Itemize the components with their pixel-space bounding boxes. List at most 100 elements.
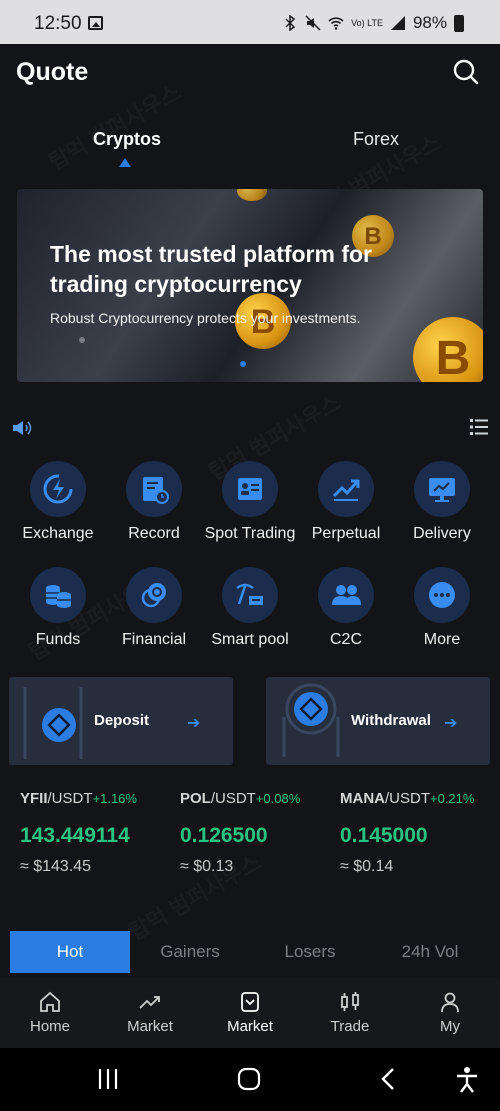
grid-label: More (423, 631, 461, 648)
tab-losers[interactable]: Losers (250, 931, 370, 973)
nav-label: My (440, 1018, 460, 1035)
nav-my[interactable]: My (400, 990, 500, 1035)
system-navigation-bar (0, 1048, 500, 1111)
bottom-navigation: Home Market Market Trade My (0, 978, 500, 1048)
home-button-icon[interactable] (236, 1066, 262, 1092)
announcement-speaker-icon[interactable] (12, 419, 34, 437)
ticker-base: POL (180, 790, 211, 807)
nav-home[interactable]: Home (0, 990, 100, 1035)
grid-label: Spot Trading (204, 525, 296, 542)
nav-label: Market (127, 1018, 173, 1035)
ticker-change: +0.08% (255, 791, 301, 806)
bitcoin-coin-image: B (413, 317, 483, 382)
withdrawal-card[interactable]: Withdrawal ➔ (266, 677, 490, 765)
market-box-icon (241, 992, 259, 1012)
grid-label: Delivery (413, 525, 471, 542)
battery-percent: 98% (412, 13, 447, 32)
nav-label: Market (227, 1018, 273, 1035)
ticker-quote: /USDT (47, 790, 93, 807)
tab-gainers[interactable]: Gainers (130, 931, 250, 973)
withdrawal-label: Withdrawal (351, 712, 431, 729)
signal-icon (390, 16, 405, 30)
grid-item-perpetual[interactable]: Perpetual (298, 461, 394, 543)
record-icon (126, 461, 182, 517)
ticker-price: 0.126500 (180, 824, 268, 847)
exchange-icon (30, 461, 86, 517)
ticker-item[interactable]: MANA/USDT+0.21% 0.145000 ≈ $0.14 (340, 790, 500, 876)
ticker-base: MANA (340, 790, 385, 807)
withdrawal-coin-icon (282, 683, 340, 757)
promo-banner[interactable]: B B B The most trusted platform for trad… (17, 189, 483, 382)
arrow-right-icon: ➔ (187, 715, 201, 732)
tab-active-indicator (119, 158, 131, 167)
c2c-icon (318, 567, 374, 623)
grid-label: Smart pool (211, 631, 289, 648)
ticker-quote: /USDT (385, 790, 430, 807)
grid-item-smart-pool[interactable]: Smart pool (202, 567, 298, 649)
carousel-dot[interactable] (79, 337, 85, 343)
grid-item-financial[interactable]: Financial (106, 567, 202, 649)
funds-icon (30, 567, 86, 623)
nav-label: Home (29, 1018, 70, 1035)
ticker-price: 0.145000 (340, 824, 428, 847)
grid-item-record[interactable]: Record (106, 461, 202, 543)
list-menu-icon[interactable] (470, 418, 488, 436)
accessibility-icon[interactable] (454, 1066, 480, 1094)
profile-icon (441, 992, 459, 1013)
grid-label: Financial (121, 631, 187, 648)
deposit-coin-icon (23, 687, 83, 759)
bitcoin-coin-image (237, 189, 267, 201)
grid-label: Record (128, 525, 180, 542)
ticker-item[interactable]: YFII/USDT+1.16% 143.449114 ≈ $143.45 (20, 790, 180, 876)
deposit-card[interactable]: Deposit ➔ (9, 677, 233, 765)
ticker-usd: ≈ $0.14 (340, 858, 394, 875)
grid-label: Perpetual (311, 525, 381, 542)
perpetual-icon (318, 461, 374, 517)
watermark-text: 탑먹 범퍼사우스 (42, 75, 186, 177)
carousel-dot-active[interactable] (240, 361, 246, 367)
delivery-icon (414, 461, 470, 517)
ticker-change: +0.21% (430, 791, 475, 806)
status-bar: 12:50 Vo) LTE 98% (0, 0, 500, 44)
tab-hot[interactable]: Hot (10, 931, 130, 973)
recent-apps-icon[interactable] (96, 1066, 120, 1092)
tab-forex[interactable]: Forex (353, 129, 399, 150)
ticker-usd: ≈ $0.13 (180, 858, 234, 875)
spot-trading-icon (222, 461, 278, 517)
search-icon[interactable] (452, 58, 480, 86)
back-icon[interactable] (378, 1066, 398, 1092)
home-icon (40, 991, 60, 1012)
grid-label: C2C (329, 631, 362, 648)
arrow-right-icon: ➔ (444, 715, 458, 732)
wifi-icon (328, 17, 344, 30)
ticker-usd: ≈ $143.45 (20, 858, 92, 875)
grid-item-more[interactable]: More (394, 567, 490, 649)
market-chart-icon (139, 996, 160, 1009)
grid-label: Funds (35, 631, 81, 648)
financial-icon (126, 567, 182, 623)
grid-item-exchange[interactable]: Exchange (10, 461, 106, 543)
mute-icon (305, 15, 321, 31)
deposit-label: Deposit (94, 712, 150, 729)
market-sort-tabs: Hot Gainers Losers 24h Vol (10, 931, 490, 973)
tab-cryptos[interactable]: Cryptos (93, 129, 161, 150)
nav-trade[interactable]: Trade (300, 990, 400, 1035)
tab-24h-vol[interactable]: 24h Vol (370, 931, 490, 973)
ticker-quote: /USDT (210, 790, 256, 807)
ticker-base: YFII (20, 790, 48, 807)
grid-item-c2c[interactable]: C2C (298, 567, 394, 649)
banner-title: The most trusted platform for trading cr… (50, 241, 373, 297)
battery-icon (454, 14, 464, 32)
nav-market[interactable]: Market (100, 990, 200, 1035)
network-type: Vo) LTE (351, 18, 383, 28)
nav-label: Trade (330, 1018, 370, 1035)
grid-item-delivery[interactable]: Delivery (394, 461, 490, 543)
page-title: Quote (16, 58, 89, 86)
nav-market-active[interactable]: Market (200, 990, 300, 1035)
grid-item-funds[interactable]: Funds (10, 567, 106, 649)
ticker-item[interactable]: POL/USDT+0.08% 0.126500 ≈ $0.13 (180, 790, 340, 876)
bluetooth-icon (285, 15, 296, 31)
grid-item-spot-trading[interactable]: Spot Trading (202, 461, 298, 543)
status-time: 12:50 (34, 13, 82, 34)
banner-subtitle: Robust Cryptocurrency protects your inve… (50, 310, 361, 326)
